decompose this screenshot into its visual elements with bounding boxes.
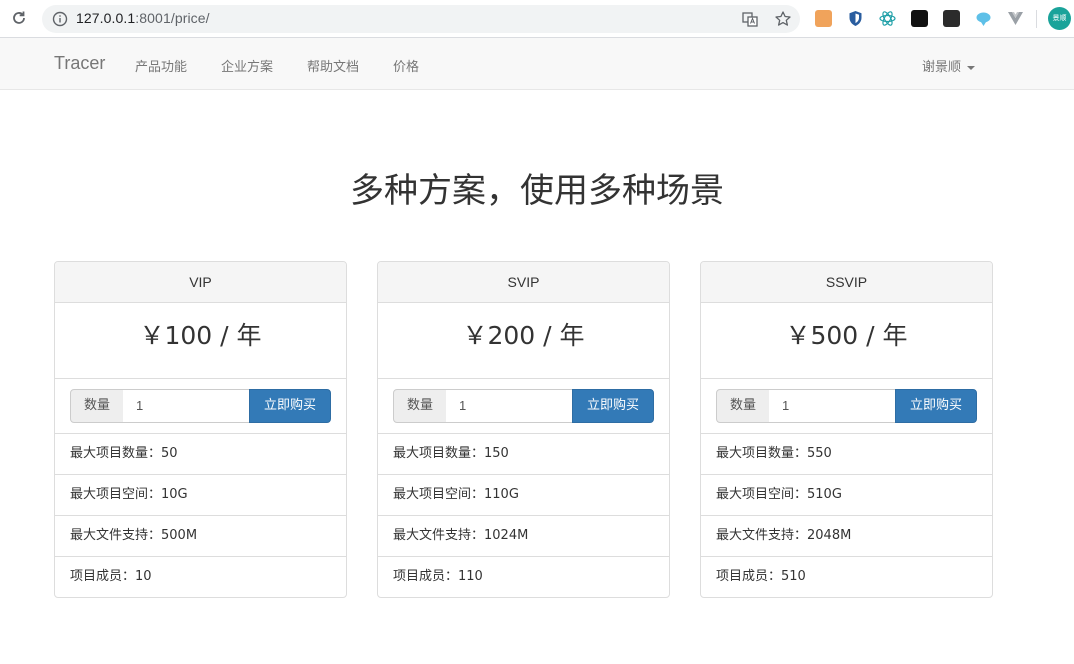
- site-info-icon[interactable]: [52, 11, 68, 27]
- toolbar-divider: [1036, 10, 1037, 28]
- vue-extension-icon[interactable]: [1007, 10, 1024, 27]
- quantity-label: 数量: [716, 389, 770, 423]
- quantity-input[interactable]: 1: [769, 389, 896, 423]
- url-text[interactable]: 127.0.0.1:8001/price/: [76, 10, 210, 26]
- plan-card-vip: VIP ￥100 / 年 数量 1 立即购买 最大项目数量：50 最大项目空间：…: [54, 261, 347, 598]
- bookmark-star-icon[interactable]: [774, 10, 792, 28]
- feature-members: 项目成员：10: [70, 569, 152, 584]
- caret-down-icon: [967, 65, 976, 70]
- reload-icon[interactable]: [10, 9, 28, 27]
- buy-now-button[interactable]: 立即购买: [895, 389, 977, 423]
- plan-name: VIP: [55, 262, 346, 303]
- plan-price: ￥100 / 年: [55, 303, 346, 379]
- quantity-label: 数量: [70, 389, 124, 423]
- shield-extension-icon[interactable]: [847, 10, 864, 27]
- page-title: 多种方案，使用多种场景: [350, 171, 724, 211]
- url-path: :8001/price/: [135, 10, 210, 26]
- address-bar[interactable]: 127.0.0.1:8001/price/: [42, 5, 800, 33]
- selenium-extension-icon[interactable]: [943, 10, 960, 27]
- feature-max-projects: 最大项目数量：550: [701, 434, 992, 475]
- plan-name: SSVIP: [701, 262, 992, 303]
- feature-max-file: 最大文件支持：500M: [55, 516, 346, 557]
- buy-now-button[interactable]: 立即购买: [572, 389, 654, 423]
- browser-toolbar: 127.0.0.1:8001/price/ 景顺: [0, 0, 1074, 38]
- feature-max-space: 最大项目空间：110G: [378, 475, 669, 516]
- buy-now-button[interactable]: 立即购买: [249, 389, 331, 423]
- plan-name: SVIP: [378, 262, 669, 303]
- feature-max-space: 最大项目空间：10G: [55, 475, 346, 516]
- plan-card-svip: SVIP ￥200 / 年 数量 1 立即购买 最大项目数量：150 最大项目空…: [377, 261, 670, 598]
- quantity-input[interactable]: 1: [123, 389, 250, 423]
- extension-1-icon[interactable]: [815, 10, 832, 27]
- nav-link-features[interactable]: 产品功能: [135, 56, 187, 75]
- feature-members: 项目成员：110: [393, 569, 483, 584]
- purchase-row: 数量 1 立即购买: [378, 379, 669, 434]
- extension-a-icon[interactable]: [911, 10, 928, 27]
- purchase-row: 数量 1 立即购买: [55, 379, 346, 434]
- feature-max-file: 最大文件支持：1024M: [378, 516, 669, 557]
- feature-max-file: 最大文件支持：2048M: [701, 516, 992, 557]
- feature-members: 项目成员：510: [716, 569, 806, 584]
- atom-extension-icon[interactable]: [879, 10, 896, 27]
- feature-max-projects: 最大项目数量：150: [378, 434, 669, 475]
- translate-icon[interactable]: [741, 10, 759, 28]
- feature-max-space: 最大项目空间：510G: [701, 475, 992, 516]
- plan-price: ￥200 / 年: [378, 303, 669, 379]
- nav-link-enterprise[interactable]: 企业方案: [221, 56, 273, 75]
- quantity-input[interactable]: 1: [446, 389, 573, 423]
- feature-max-projects: 最大项目数量：50: [55, 434, 346, 475]
- cloud-extension-icon[interactable]: [975, 10, 992, 27]
- plan-card-ssvip: SSVIP ￥500 / 年 数量 1 立即购买 最大项目数量：550 最大项目…: [700, 261, 993, 598]
- quantity-label: 数量: [393, 389, 447, 423]
- brand-logo[interactable]: Tracer: [54, 53, 105, 74]
- user-dropdown[interactable]: 谢景顺: [922, 56, 976, 75]
- url-host: 127.0.0.1: [76, 10, 136, 26]
- site-navbar: Tracer 产品功能 企业方案 帮助文档 价格 谢景顺: [0, 38, 1074, 90]
- nav-link-pricing[interactable]: 价格: [393, 56, 419, 75]
- profile-avatar[interactable]: 景顺: [1048, 7, 1071, 30]
- nav-link-docs[interactable]: 帮助文档: [307, 56, 359, 75]
- plan-price: ￥500 / 年: [701, 303, 992, 379]
- purchase-row: 数量 1 立即购买: [701, 379, 992, 434]
- user-name: 谢景顺: [922, 60, 962, 75]
